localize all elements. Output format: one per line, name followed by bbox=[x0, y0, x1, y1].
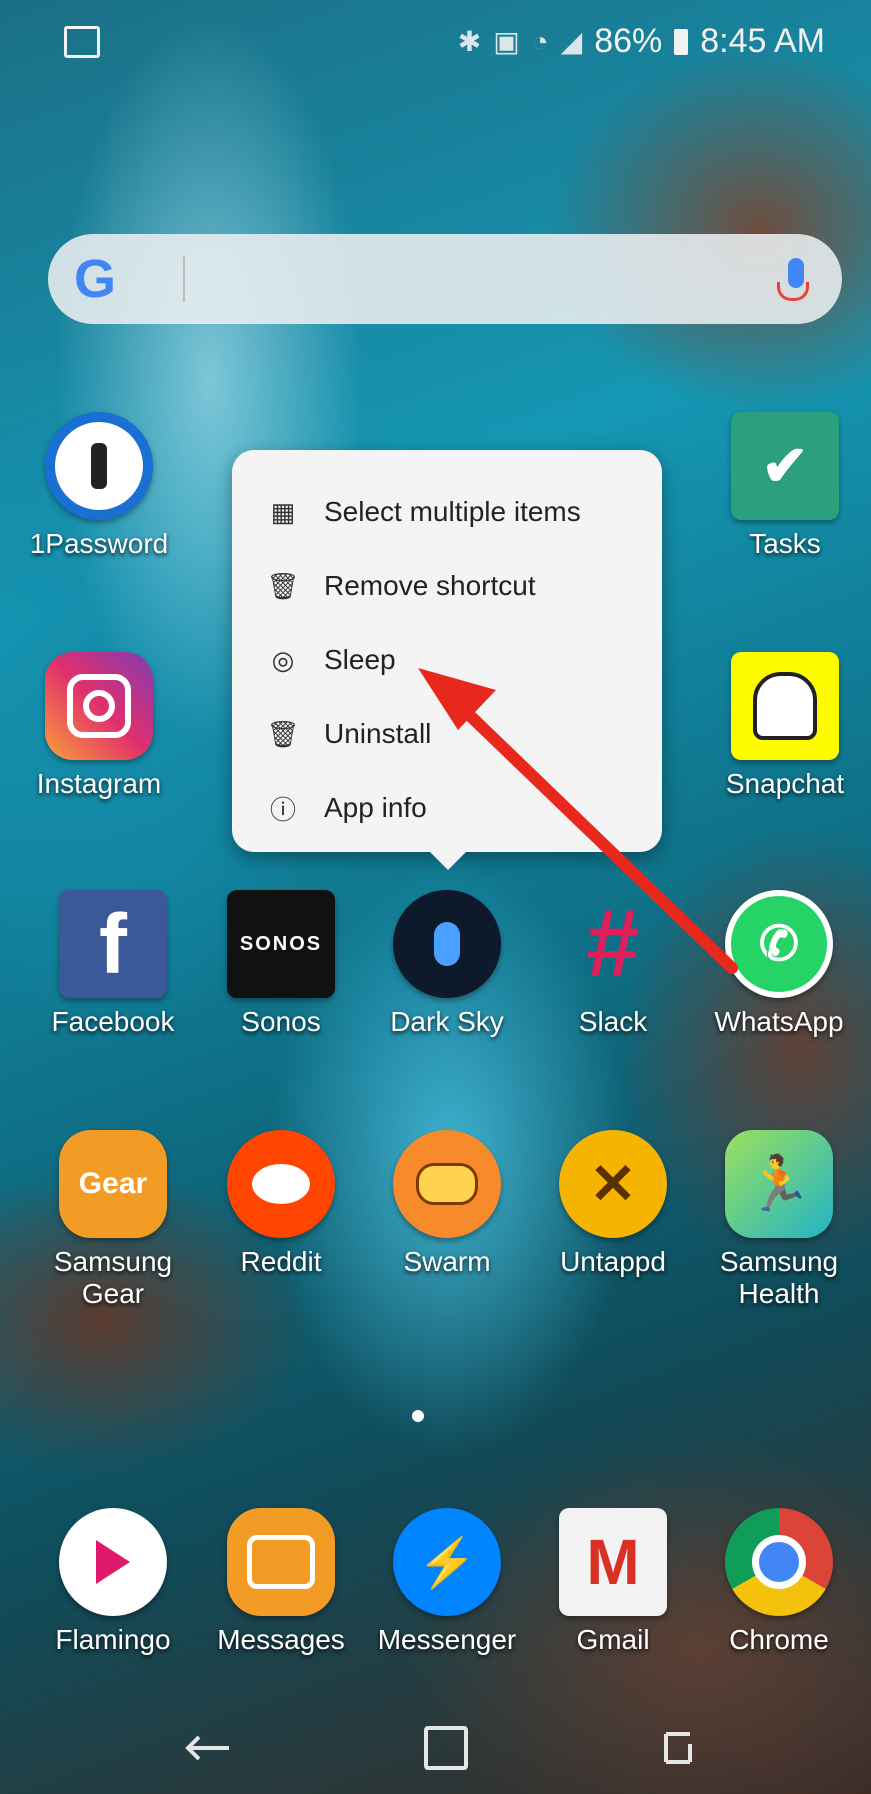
battery-percent: 86% bbox=[594, 22, 663, 60]
app-samsung-gear[interactable]: Gear Samsung Gear bbox=[28, 1130, 198, 1310]
app-tasks[interactable]: ✔ Tasks bbox=[700, 412, 870, 560]
swarm-bee-icon bbox=[393, 1130, 501, 1238]
google-g-icon: G bbox=[74, 249, 117, 309]
signal-icon: ◢ bbox=[560, 26, 583, 57]
untappd-icon: ✕ bbox=[559, 1130, 667, 1238]
chrome-icon bbox=[725, 1508, 833, 1616]
recents-icon[interactable] bbox=[650, 1724, 706, 1772]
menu-item-label: Sleep bbox=[324, 644, 396, 675]
menu-item-select-multiple[interactable]: ▦ Select multiple items bbox=[268, 482, 581, 542]
app-label: Untappd bbox=[560, 1246, 666, 1277]
app-label: Instagram bbox=[36, 768, 162, 799]
navigation-bar bbox=[0, 1700, 871, 1794]
image-notification-icon bbox=[64, 26, 100, 58]
app-dark-sky[interactable]: Dark Sky bbox=[362, 890, 532, 1038]
snapchat-ghost-icon bbox=[731, 652, 839, 760]
app-label: 1Password bbox=[29, 528, 169, 559]
microphone-base bbox=[777, 282, 809, 301]
google-search-bar[interactable]: G bbox=[48, 234, 842, 324]
app-label: Sonos bbox=[241, 1006, 321, 1037]
app-instagram[interactable]: Instagram bbox=[14, 652, 184, 800]
sonos-icon: SONOS bbox=[227, 890, 335, 998]
app-label: Slack bbox=[578, 1006, 648, 1037]
app-label: Reddit bbox=[240, 1246, 322, 1277]
app-label: Tasks bbox=[749, 528, 821, 559]
menu-item-uninstall[interactable]: 🗑 Uninstall bbox=[266, 704, 432, 764]
slack-icon: # bbox=[586, 890, 640, 997]
menu-item-label: Uninstall bbox=[324, 718, 432, 749]
page-indicator bbox=[412, 1410, 424, 1422]
app-swarm[interactable]: Swarm bbox=[362, 1130, 532, 1278]
app-messenger[interactable]: ⚡ Messenger bbox=[362, 1508, 532, 1656]
app-label: Samsung Gear bbox=[53, 1246, 173, 1309]
app-chrome[interactable]: Chrome bbox=[694, 1508, 864, 1656]
messenger-icon: ⚡ bbox=[393, 1508, 501, 1616]
wifi-icon: ◔ bbox=[531, 25, 549, 57]
app-label: Gmail bbox=[576, 1624, 650, 1655]
app-reddit[interactable]: Reddit bbox=[196, 1130, 366, 1278]
trash-icon: 🗑 bbox=[266, 570, 300, 601]
bluetooth-icon: ✱ bbox=[457, 26, 482, 57]
nfc-icon: ▣ bbox=[493, 26, 520, 57]
uninstall-icon: 🗑 bbox=[266, 718, 300, 749]
reddit-icon bbox=[227, 1130, 335, 1238]
app-facebook[interactable]: f Facebook bbox=[28, 890, 198, 1038]
menu-item-label: App info bbox=[324, 792, 427, 823]
facebook-icon: f bbox=[59, 890, 167, 998]
clock: 8:45 AM bbox=[700, 22, 825, 60]
app-messages[interactable]: Messages bbox=[196, 1508, 366, 1656]
app-flamingo[interactable]: Flamingo bbox=[28, 1508, 198, 1656]
instagram-icon bbox=[45, 652, 153, 760]
app-label: Flamingo bbox=[55, 1624, 171, 1655]
menu-item-remove-shortcut[interactable]: 🗑 Remove shortcut bbox=[266, 556, 536, 616]
app-label: Facebook bbox=[51, 1006, 175, 1037]
app-label: Snapchat bbox=[725, 768, 845, 799]
app-label: Messages bbox=[217, 1624, 345, 1655]
app-untappd[interactable]: ✕ Untappd bbox=[528, 1130, 698, 1278]
menu-item-sleep[interactable]: ◎ Sleep bbox=[268, 630, 396, 690]
dark-sky-icon bbox=[393, 890, 501, 998]
home-icon[interactable] bbox=[418, 1724, 474, 1772]
status-icons: ✱ ▣ ◔ ◢ 86% 8:45 AM bbox=[458, 22, 825, 61]
select-multiple-icon: ▦ bbox=[270, 496, 296, 527]
samsung-health-runner-icon: 🏃 bbox=[725, 1130, 833, 1238]
flamingo-icon bbox=[59, 1508, 167, 1616]
app-label: Swarm bbox=[403, 1246, 491, 1277]
app-label: Messenger bbox=[377, 1624, 517, 1655]
app-sonos[interactable]: SONOS Sonos bbox=[196, 890, 366, 1038]
app-whatsapp[interactable]: ✆ WhatsApp bbox=[694, 890, 864, 1038]
status-bar: ✱ ▣ ◔ ◢ 86% 8:45 AM bbox=[0, 0, 871, 96]
samsung-gear-icon: Gear bbox=[59, 1130, 167, 1238]
app-snapchat[interactable]: Snapchat bbox=[700, 652, 870, 800]
app-label: Dark Sky bbox=[390, 1006, 504, 1037]
app-label: Chrome bbox=[729, 1624, 829, 1655]
battery-icon bbox=[674, 28, 689, 55]
tasks-icon: ✔ bbox=[731, 412, 839, 520]
app-shortcut-menu: ▦ Select multiple items 🗑 Remove shortcu… bbox=[232, 450, 662, 870]
app-label: Samsung Health bbox=[719, 1246, 839, 1309]
messages-icon bbox=[227, 1508, 335, 1616]
search-input[interactable] bbox=[136, 254, 740, 306]
1password-icon bbox=[45, 412, 153, 520]
sleep-icon: ◎ bbox=[271, 644, 295, 675]
menu-item-label: Remove shortcut bbox=[324, 570, 536, 601]
app-gmail[interactable]: M Gmail bbox=[528, 1508, 698, 1656]
info-icon: ⓘ bbox=[269, 794, 296, 825]
app-samsung-health[interactable]: 🏃 Samsung Health bbox=[694, 1130, 864, 1310]
gmail-icon: M bbox=[559, 1508, 667, 1616]
whatsapp-icon: ✆ bbox=[725, 890, 833, 998]
menu-item-label: Select multiple items bbox=[324, 496, 581, 527]
app-slack[interactable]: # Slack bbox=[528, 890, 698, 1038]
app-label: WhatsApp bbox=[714, 1006, 844, 1037]
menu-item-app-info[interactable]: ⓘ App info bbox=[268, 778, 427, 838]
back-icon[interactable] bbox=[180, 1724, 236, 1772]
app-1password[interactable]: 1Password bbox=[14, 412, 184, 560]
